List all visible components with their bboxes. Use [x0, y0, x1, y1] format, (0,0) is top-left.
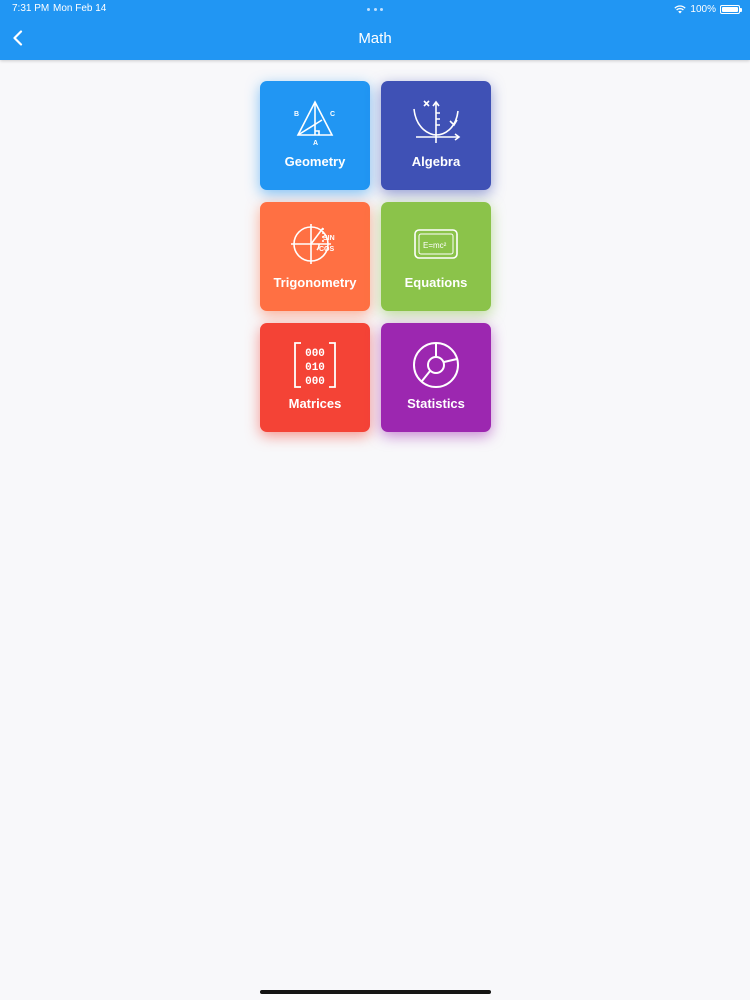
matrix-brackets-icon: 000 010 000: [289, 341, 341, 389]
tile-label: Matrices: [288, 396, 342, 411]
battery-icon: [720, 4, 742, 14]
status-time: 7:31 PM: [12, 3, 50, 14]
wifi-icon: [674, 4, 687, 13]
status-date: Mon Feb 14: [53, 3, 107, 14]
page-title: Math: [358, 30, 392, 47]
pie-chart-icon: [410, 341, 462, 389]
tile-label: Trigonometry: [273, 275, 357, 290]
tile-statistics[interactable]: Statistics: [381, 323, 491, 432]
tile-geometry[interactable]: B C A Geometry: [260, 81, 370, 190]
tile-matrices[interactable]: 000 010 000 Matrices: [260, 323, 370, 432]
tile-label: Equations: [404, 275, 468, 290]
trigonometry-circle-icon: SIN COS: [289, 220, 341, 268]
svg-text:A: A: [313, 140, 318, 147]
tile-equations[interactable]: E=mc² Equations: [381, 202, 491, 311]
tile-trigonometry[interactable]: SIN COS Trigonometry: [260, 202, 370, 311]
algebra-graph-icon: [410, 99, 462, 147]
svg-text:E=mc²: E=mc²: [423, 241, 447, 250]
tile-algebra[interactable]: Algebra: [381, 81, 491, 190]
multitasking-dots-icon[interactable]: [367, 8, 383, 11]
battery-percent: 100%: [690, 3, 716, 15]
tile-label: Algebra: [411, 154, 461, 169]
tile-label: Geometry: [284, 154, 346, 169]
status-bar: 7:31 PM Mon Feb 14 100%: [0, 0, 750, 18]
status-right: 100%: [674, 2, 742, 16]
svg-text:COS: COS: [319, 246, 335, 253]
home-indicator[interactable]: [260, 990, 491, 994]
navigation-bar: 7:31 PM Mon Feb 14 100% Math: [0, 0, 750, 60]
topic-grid: B C A Geometry Algebra SIN COS Trigonome…: [260, 81, 491, 432]
svg-text:C: C: [330, 111, 335, 118]
svg-text:SIN: SIN: [323, 235, 335, 242]
equation-board-icon: E=mc²: [410, 220, 462, 268]
svg-text:000: 000: [305, 348, 325, 360]
screen: 7:31 PM Mon Feb 14 100% Math B C A Geome…: [0, 0, 750, 1000]
svg-text:000: 000: [305, 376, 325, 388]
svg-text:010: 010: [305, 362, 325, 374]
tile-label: Statistics: [407, 396, 465, 411]
geometry-triangle-icon: B C A: [289, 99, 341, 147]
svg-text:B: B: [294, 111, 299, 118]
